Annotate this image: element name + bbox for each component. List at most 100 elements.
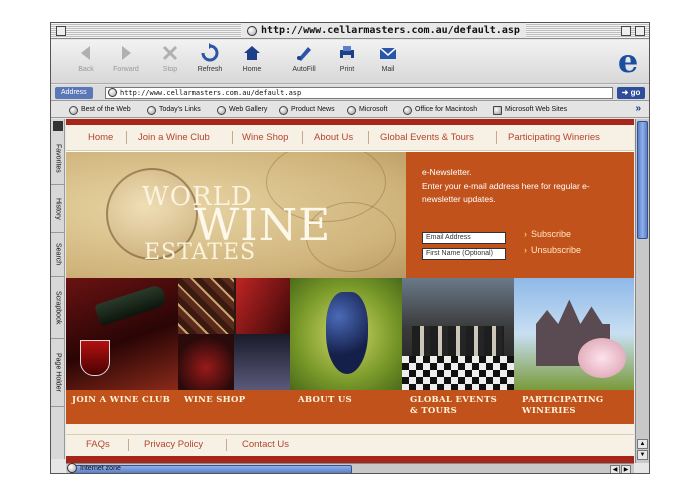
fav-label: Microsoft xyxy=(359,106,388,113)
fav-ms-web-sites[interactable]: Microsoft Web Sites xyxy=(493,104,567,116)
fav-label: Microsoft Web Sites xyxy=(505,106,568,113)
nav-divider xyxy=(232,131,233,144)
vertical-scrollbar[interactable]: ▲ ▼ xyxy=(635,119,649,463)
print-icon xyxy=(340,46,354,60)
caption-participating-wineries[interactable]: PARTICIPATING WINERIES xyxy=(522,395,603,417)
vertical-scroll-thumb[interactable] xyxy=(637,121,648,239)
fav-todays-links[interactable]: Today's Links xyxy=(147,104,201,116)
wine-club-photo[interactable] xyxy=(66,278,178,390)
globe-icon xyxy=(247,25,257,36)
stop-button[interactable]: Stop xyxy=(149,43,191,81)
home-label: Home xyxy=(242,66,262,73)
scroll-left-icon[interactable]: ◀ xyxy=(610,465,620,473)
nav-participating-wineries[interactable]: Participating Wineries xyxy=(508,132,600,143)
print-button[interactable]: Print xyxy=(326,43,368,81)
hero-banner: WORLD WINE ESTATES xyxy=(66,152,406,278)
wine-bottle-image xyxy=(236,278,290,334)
tab-scrapbook[interactable]: Scrapbook xyxy=(51,277,65,339)
subscribe-link[interactable]: › Subscribe xyxy=(524,229,571,239)
caption-global-events[interactable]: GLOBAL EVENTS & TOURS xyxy=(410,395,497,417)
wine-shop-photo[interactable] xyxy=(178,278,290,390)
tab-label: Search xyxy=(54,243,62,266)
go-button[interactable]: ➜ go xyxy=(617,87,645,99)
internet-zone-globe-icon xyxy=(67,463,77,473)
globe-icon xyxy=(279,105,288,115)
window-title-text: http://www.cellarmasters.com.au/default.… xyxy=(261,25,520,36)
tab-page-holder[interactable]: Page Holder xyxy=(51,339,65,407)
refresh-label: Refresh xyxy=(197,66,223,73)
home-button[interactable]: Home xyxy=(231,43,273,81)
caption-wine-shop[interactable]: WINE SHOP xyxy=(184,395,245,406)
explorer-toggle-icon[interactable] xyxy=(53,121,63,131)
newsletter-title: e-Newsletter. xyxy=(422,167,472,177)
checkered-floor-image xyxy=(402,356,514,390)
nav-home[interactable]: Home xyxy=(88,132,113,143)
fav-best-of-web[interactable]: Best of the Web xyxy=(69,104,131,116)
back-button[interactable]: Back xyxy=(65,43,107,81)
scroll-down-icon[interactable]: ▼ xyxy=(637,450,648,460)
refresh-icon xyxy=(201,43,219,62)
nav-join-wine-club[interactable]: Join a Wine Club xyxy=(138,132,210,143)
horizontal-scrollbar[interactable]: ◀ ▶ xyxy=(66,463,634,473)
globe-icon xyxy=(217,105,226,115)
decanter-image xyxy=(178,334,234,390)
autofill-button[interactable]: AutoFill xyxy=(283,43,325,81)
chevron-right-icon: › xyxy=(524,229,527,239)
tab-history[interactable]: History xyxy=(51,185,65,233)
autofill-label: AutoFill xyxy=(292,66,316,73)
bottom-red-stripe xyxy=(66,456,634,463)
unsubscribe-link[interactable]: › Unsubscribe xyxy=(524,245,581,255)
nav-about-us[interactable]: About Us xyxy=(314,132,353,143)
section-captions: JOIN A WINE CLUB WINE SHOP ABOUT US GLOB… xyxy=(66,390,634,424)
caption-line: & TOURS xyxy=(410,406,458,416)
nav-wine-shop[interactable]: Wine Shop xyxy=(242,132,288,143)
newsletter-panel: e-Newsletter. Enter your e-mail address … xyxy=(406,152,634,278)
scroll-right-icon[interactable]: ▶ xyxy=(621,465,631,473)
nav-global-events-tours[interactable]: Global Events & Tours xyxy=(380,132,474,143)
close-box[interactable] xyxy=(56,26,66,36)
mail-button[interactable]: Mail xyxy=(367,43,409,81)
fav-office-mac[interactable]: Office for Macintosh xyxy=(403,104,477,116)
favorites-bar: Best of the Web Today's Links Web Galler… xyxy=(51,102,649,118)
scroll-up-icon[interactable]: ▲ xyxy=(637,439,648,449)
about-us-photo[interactable] xyxy=(290,278,402,390)
address-field[interactable]: http://www.cellarmasters.com.au/default.… xyxy=(105,87,613,99)
first-name-field[interactable]: First Name (Optional) xyxy=(422,248,506,260)
tab-favorites[interactable]: Favorites xyxy=(51,133,65,185)
footer-divider xyxy=(226,439,227,451)
collapse-box[interactable] xyxy=(635,26,645,36)
autofill-icon xyxy=(297,47,311,61)
zoom-box[interactable] xyxy=(621,26,631,36)
fav-web-gallery[interactable]: Web Gallery xyxy=(217,104,267,116)
footer-faqs[interactable]: FAQs xyxy=(86,439,110,450)
address-label: Address xyxy=(55,87,93,99)
refresh-button[interactable]: Refresh xyxy=(189,43,231,81)
email-field[interactable]: Email Address xyxy=(422,232,506,244)
hero-title-estates: ESTATES xyxy=(144,240,257,265)
caption-join-wine-club[interactable]: JOIN A WINE CLUB xyxy=(72,395,170,406)
globe-icon xyxy=(69,105,78,115)
page-viewport: Home Join a Wine Club Wine Shop About Us… xyxy=(66,119,634,463)
footer-privacy-policy[interactable]: Privacy Policy xyxy=(144,439,203,450)
wineries-photo[interactable] xyxy=(514,278,634,390)
fav-microsoft[interactable]: Microsoft xyxy=(347,104,387,116)
events-photo[interactable] xyxy=(402,278,514,390)
wine-glass-image xyxy=(80,340,110,376)
tab-label: Scrapbook xyxy=(54,290,62,325)
nav-divider xyxy=(496,131,497,144)
back-label: Back xyxy=(78,66,94,73)
favorites-more-chevron-icon[interactable]: » xyxy=(635,103,641,114)
stop-label: Stop xyxy=(162,66,178,73)
wine-bottle-image xyxy=(94,283,168,327)
nav-divider xyxy=(302,131,303,144)
browser-window: http://www.cellarmasters.com.au/default.… xyxy=(50,22,650,474)
go-label: go xyxy=(630,88,641,97)
caption-about-us[interactable]: ABOUT US xyxy=(298,395,352,406)
footer-contact-us[interactable]: Contact Us xyxy=(242,439,289,450)
forward-button[interactable]: Forward xyxy=(105,43,147,81)
forward-label: Forward xyxy=(113,66,139,73)
tab-search[interactable]: Search xyxy=(51,233,65,277)
fav-product-news[interactable]: Product News xyxy=(279,104,335,116)
folder-icon xyxy=(493,105,502,115)
title-bar[interactable]: http://www.cellarmasters.com.au/default.… xyxy=(51,23,649,39)
